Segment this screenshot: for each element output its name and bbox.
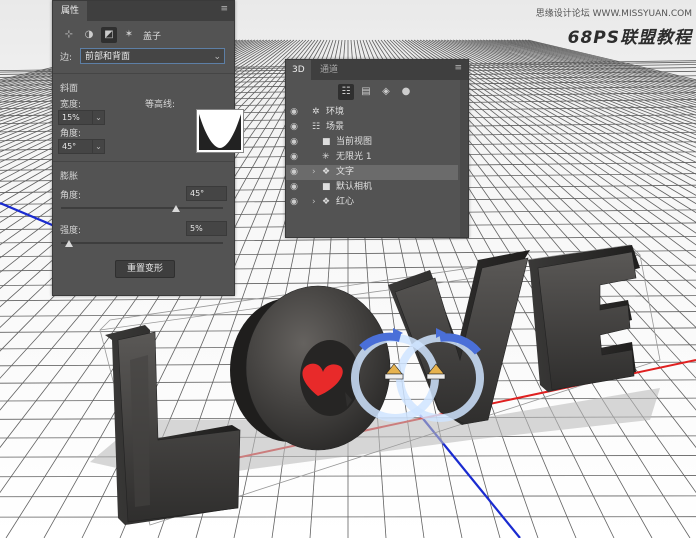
3d-scene-tree: ◉ ✲ 环境 ◉ ☷ 场景 ◉ ■ 当前视图 ◉ ✳ 无限光 1 ◉ › ❖ 文字 ◉ ■ 默认相机 ◉ › ❖ 红心: [286, 105, 458, 210]
visibility-eye-icon[interactable]: ◉: [288, 135, 300, 150]
visibility-eye-icon[interactable]: ◉: [288, 195, 300, 210]
camera-icon: ■: [322, 137, 331, 147]
3d-filter-row: ☷ ▤ ◈ ●: [338, 84, 418, 100]
reset-deform-button[interactable]: 重置变形: [115, 260, 175, 278]
material-filter-icon[interactable]: ◈: [378, 84, 394, 100]
strength-slider-thumb[interactable]: [65, 240, 74, 247]
scene-tree-item[interactable]: ◉ › ❖ 文字: [286, 165, 458, 180]
angle-stepper[interactable]: ⌄: [92, 139, 105, 154]
strength-label: 强度:: [60, 226, 82, 236]
scene-tree-item[interactable]: ◉ ✳ 无限光 1: [286, 150, 458, 165]
side-dropdown[interactable]: 前部和背面 ⌄: [80, 48, 225, 64]
visibility-eye-icon[interactable]: ◉: [288, 120, 300, 135]
tab-3d[interactable]: 3D: [286, 60, 311, 80]
scene-tree-label: 红心: [336, 197, 355, 207]
panel-menu-icon[interactable]: ≡: [454, 63, 462, 73]
3d-panel-scrollbar[interactable]: [460, 80, 468, 237]
scene-tree-label: 环境: [326, 107, 345, 117]
mesh-icon: ❖: [322, 167, 331, 177]
contour-picker[interactable]: [196, 109, 244, 153]
scene-tree-item[interactable]: ◉ ☷ 场景: [286, 120, 458, 135]
environment-icon: ✲: [312, 107, 320, 117]
inflate-section-label: 膨胀: [60, 172, 79, 182]
contour-curve-icon: [199, 114, 241, 150]
bevel-section-label: 斜面: [60, 84, 79, 94]
camera-icon: ■: [322, 182, 331, 192]
watermark: 思缘设计论坛 WWW.MISSYUAN.COM 68PS联盟教程: [536, 6, 692, 48]
scene-tree-item[interactable]: ◉ ■ 当前视图: [286, 135, 458, 150]
tools-icon[interactable]: ✶: [121, 27, 137, 43]
letter-e[interactable]: [528, 245, 640, 392]
visibility-eye-icon[interactable]: ◉: [288, 105, 300, 120]
side-value: 前部和背面: [85, 52, 131, 62]
strength-input[interactable]: 5%: [186, 221, 227, 236]
light-icon: ✳: [322, 152, 330, 162]
inflate-angle-label: 角度:: [60, 191, 82, 201]
deform-icon[interactable]: ◑: [81, 27, 97, 43]
angle-label: 角度:: [60, 129, 82, 139]
properties-icon-row: ⊹ ◑ ◩ ✶ 盖子: [61, 27, 161, 43]
scene-tree-label: 文字: [336, 167, 355, 177]
inflate-angle-slider[interactable]: [61, 207, 223, 209]
chevron-right-icon[interactable]: ›: [312, 165, 316, 180]
inflate-angle-input[interactable]: 45°: [186, 186, 227, 201]
chevron-down-icon: ⌄: [213, 52, 221, 62]
scene-tree-item[interactable]: ◉ ✲ 环境: [286, 105, 458, 120]
contour-label: 等高线:: [145, 100, 176, 110]
angle-input[interactable]: 45°: [58, 139, 93, 154]
cap-icon[interactable]: ◩: [101, 27, 117, 43]
mesh-icon: ❖: [322, 197, 331, 207]
strength-slider[interactable]: [61, 242, 223, 244]
width-input[interactable]: 15%: [58, 110, 93, 125]
width-stepper[interactable]: ⌄: [92, 110, 105, 125]
divider: [53, 161, 234, 162]
properties-tab[interactable]: 属性: [53, 1, 88, 21]
tab-channels[interactable]: 通道: [314, 60, 344, 80]
scene-tree-item[interactable]: ◉ ■ 默认相机: [286, 180, 458, 195]
divider: [53, 73, 234, 74]
panel-menu-icon[interactable]: ≡: [220, 4, 228, 14]
scene-tree-item[interactable]: ◉ › ❖ 红心: [286, 195, 458, 210]
watermark-logo: 68PS联盟教程: [567, 28, 692, 48]
scene-tree-label: 默认相机: [336, 182, 373, 192]
cap-label: 盖子: [143, 31, 162, 42]
3d-panel: 3D 通道 ≡ ☷ ▤ ◈ ● ◉ ✲ 环境 ◉ ☷ 场景 ◉ ■ 当前视图 ◉ ✳ 无限光 1 ◉ › ❖…: [285, 59, 469, 238]
scene-icon: ☷: [312, 122, 321, 132]
coordinates-icon[interactable]: ⊹: [61, 27, 77, 43]
scene-tree-label: 场景: [326, 122, 345, 132]
properties-panel: 属性 ≡ ⊹ ◑ ◩ ✶ 盖子 边: 前部和背面 ⌄ 斜面 宽度: 15% ⌄ …: [52, 0, 244, 296]
chevron-right-icon[interactable]: ›: [312, 195, 316, 210]
scene-tree-label: 当前视图: [336, 137, 373, 147]
mesh-filter-icon[interactable]: ▤: [358, 84, 374, 100]
visibility-eye-icon[interactable]: ◉: [288, 150, 300, 165]
3d-tabbar: 3D 通道 ≡: [286, 60, 468, 80]
watermark-site: 思缘设计论坛 WWW.MISSYUAN.COM: [535, 9, 692, 19]
width-label: 宽度:: [60, 100, 82, 110]
scene-tree-label: 无限光 1: [336, 152, 372, 162]
properties-tabbar: 属性 ≡: [53, 1, 234, 21]
visibility-eye-icon[interactable]: ◉: [288, 180, 300, 195]
light-filter-icon[interactable]: ●: [398, 84, 414, 100]
side-label: 边:: [60, 53, 73, 63]
inflate-angle-slider-thumb[interactable]: [172, 205, 181, 212]
visibility-eye-icon[interactable]: ◉: [288, 165, 300, 180]
scene-filter-icon[interactable]: ☷: [338, 84, 354, 100]
